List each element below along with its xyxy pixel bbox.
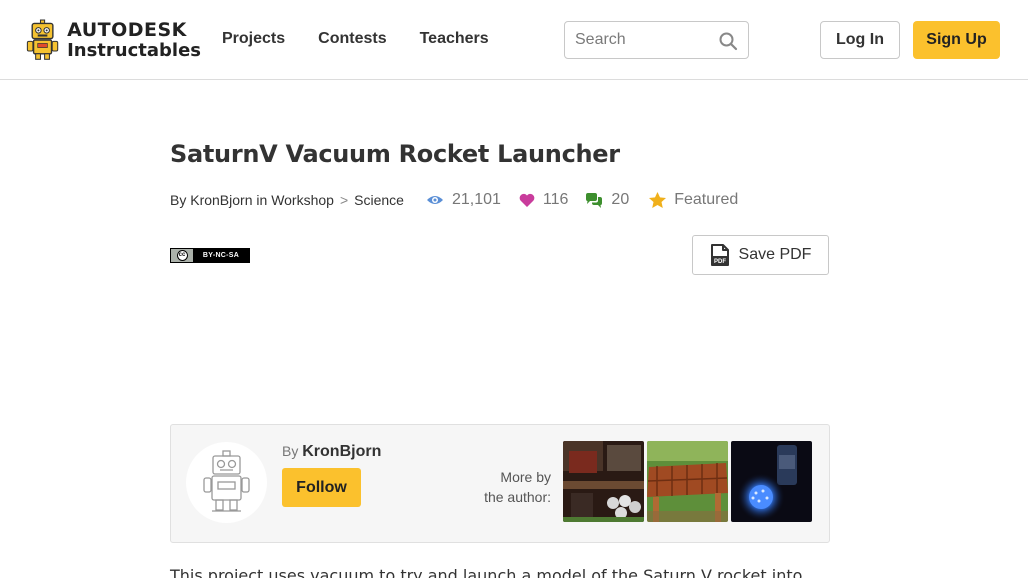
more-line-2: the author:: [484, 489, 551, 505]
nav-contests[interactable]: Contests: [318, 30, 386, 48]
author-by-label: By: [282, 443, 299, 459]
creative-commons-icon: cc: [171, 249, 193, 262]
save-pdf-label: Save PDF: [738, 246, 812, 263]
logo-wordmark: AUTODESK Instructables: [67, 18, 201, 61]
outdoor-table-photo: [647, 441, 728, 522]
author-name-link[interactable]: KronBjorn: [302, 443, 381, 460]
by-label: By: [170, 192, 187, 208]
svg-text:PDF: PDF: [714, 259, 726, 265]
views-count: 21,101: [451, 191, 501, 208]
nav-teachers[interactable]: Teachers: [420, 30, 489, 48]
project-thumbnail-table[interactable]: [647, 441, 728, 522]
author-card: By KronBjorn Follow More by the author:: [170, 424, 830, 543]
login-button[interactable]: Log In: [820, 21, 900, 59]
project-thumbnail-workshop[interactable]: [563, 441, 644, 522]
author-link[interactable]: KronBjorn: [190, 192, 252, 208]
search-box: [564, 21, 749, 59]
comments-count: 20: [611, 191, 630, 208]
favorites-stat: 116: [519, 191, 569, 209]
more-line-1: More by: [500, 469, 551, 485]
author-avatar[interactable]: [186, 442, 267, 523]
article-meta: By KronBjorn in Workshop > Science 21,10…: [170, 190, 738, 210]
views-stat: 21,101: [426, 191, 501, 209]
featured-stat: Featured: [649, 191, 738, 209]
site-logo[interactable]: AUTODESK Instructables: [26, 10, 201, 70]
chat-bubbles-icon: [586, 192, 603, 208]
search-input[interactable]: [565, 22, 713, 58]
search-icon[interactable]: [718, 31, 738, 51]
main-nav: Projects Contests Teachers: [222, 30, 522, 48]
subcategory-link[interactable]: Science: [354, 192, 404, 208]
category-link[interactable]: Workshop: [271, 192, 334, 208]
logo-product: Instructables: [67, 39, 201, 61]
workshop-photo: [563, 441, 644, 522]
glowing-orb-photo: [731, 441, 812, 522]
pdf-file-icon: PDF: [710, 244, 729, 266]
in-label: in: [256, 192, 268, 208]
author-byline: By KronBjorn: [282, 443, 381, 461]
site-header: AUTODESK Instructables Projects Contests…: [0, 0, 1028, 80]
nav-projects[interactable]: Projects: [222, 30, 285, 48]
featured-label: Featured: [674, 191, 739, 208]
robot-logo-icon: [26, 19, 59, 60]
breadcrumb-separator: >: [339, 192, 349, 208]
signup-button[interactable]: Sign Up: [913, 21, 1000, 59]
more-by-author-label: More by the author:: [484, 467, 551, 507]
robot-avatar-icon: [203, 450, 250, 512]
logo-brand: AUTODESK: [67, 18, 187, 41]
eye-icon: [426, 196, 443, 204]
follow-button[interactable]: Follow: [282, 468, 361, 507]
license-badge[interactable]: cc BY-NC-SA: [170, 248, 250, 263]
page-title: SaturnV Vacuum Rocket Launcher: [170, 140, 620, 168]
star-icon: [649, 192, 667, 208]
heart-icon: [519, 193, 535, 207]
license-terms: BY-NC-SA: [193, 249, 249, 262]
favorites-count: 116: [542, 191, 569, 208]
comments-stat: 20: [585, 191, 629, 209]
project-thumbnail-glow[interactable]: [731, 441, 812, 522]
author-project-thumbnails: [563, 441, 815, 522]
save-pdf-button[interactable]: PDF Save PDF: [692, 235, 829, 275]
intro-paragraph: This project uses vacuum to try and laun…: [170, 566, 803, 578]
